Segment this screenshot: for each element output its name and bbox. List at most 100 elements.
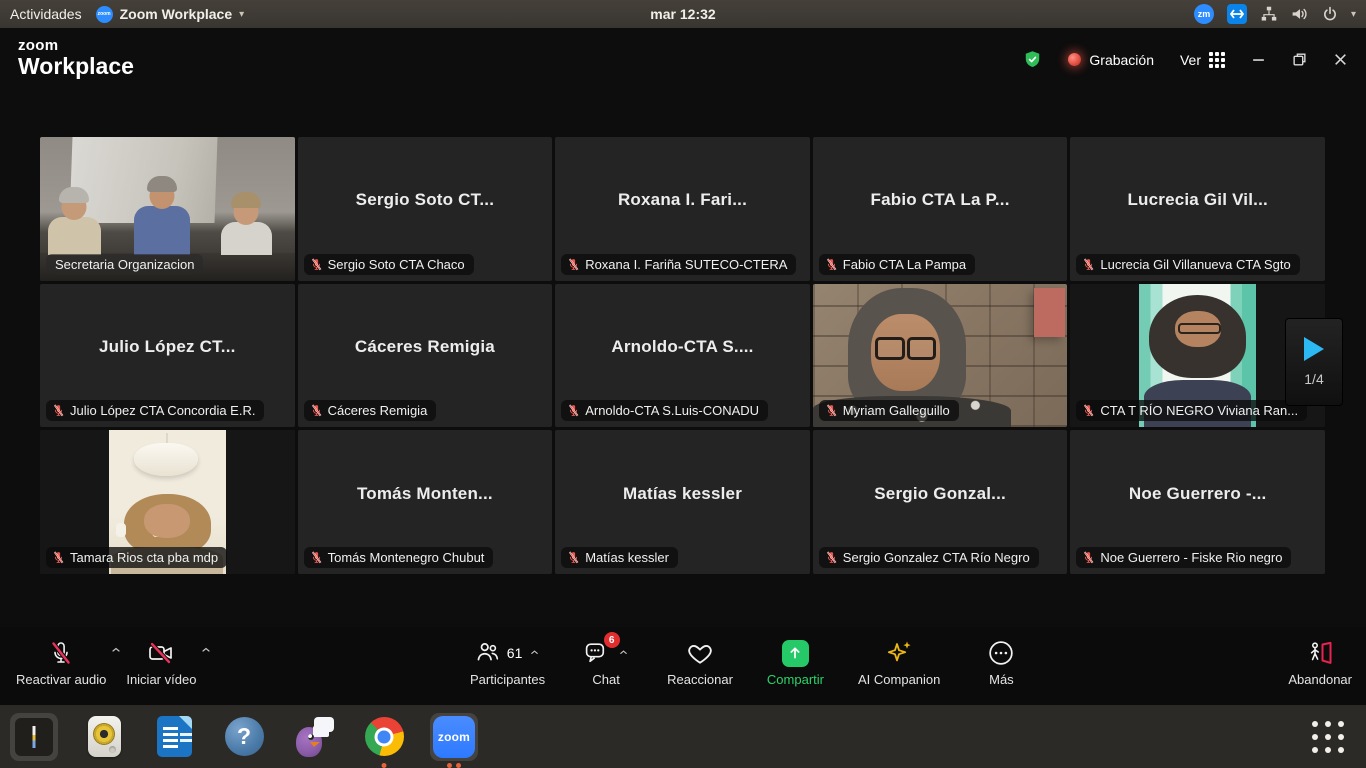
- mic-muted-icon: [1082, 258, 1095, 271]
- participant-name-label: Cáceres Remigia: [304, 400, 437, 421]
- audio-player-icon: [88, 716, 121, 757]
- zoom-workplace-logo: zoom Workplace: [18, 38, 134, 78]
- leave-button[interactable]: Abandonar: [1288, 639, 1352, 687]
- next-page-button[interactable]: 1/4: [1285, 318, 1343, 406]
- participant-tile[interactable]: Noe Guerrero -...Noe Guerrero - Fiske Ri…: [1070, 430, 1325, 574]
- teamviewer-tray-icon[interactable]: [1227, 4, 1247, 24]
- more-button[interactable]: Más: [974, 639, 1028, 687]
- power-icon[interactable]: [1322, 6, 1338, 22]
- start-video-button[interactable]: Iniciar vídeo: [126, 639, 196, 687]
- participants-button[interactable]: 61 Participantes: [470, 639, 545, 687]
- participant-display-name: Cáceres Remigia: [298, 337, 553, 357]
- zoom-tray-icon[interactable]: zm: [1194, 4, 1214, 24]
- share-button[interactable]: Compartir: [767, 639, 824, 687]
- chat-icon: 6: [584, 639, 609, 667]
- next-page-arrow-icon: [1304, 337, 1324, 361]
- dock-item-zoom[interactable]: zoom: [430, 713, 478, 761]
- chat-badge: 6: [604, 632, 620, 648]
- chat-chevron[interactable]: [618, 646, 629, 661]
- participant-tile[interactable]: Matías kesslerMatías kessler: [555, 430, 810, 574]
- mic-muted-icon: [52, 551, 65, 564]
- participants-icon: [475, 640, 501, 667]
- unmute-button[interactable]: Reactivar audio: [16, 639, 106, 687]
- help-icon: ?: [225, 717, 264, 756]
- mic-muted-icon: [825, 551, 838, 564]
- show-applications-button[interactable]: [1312, 721, 1344, 753]
- dock-item-pidgin[interactable]: [290, 713, 338, 761]
- participant-name-label: Fabio CTA La Pampa: [819, 254, 975, 275]
- react-button[interactable]: Reaccionar: [667, 639, 733, 687]
- participant-label-text: Arnoldo-CTA S.Luis-CONADU: [585, 403, 759, 418]
- dock-item-audio-player[interactable]: [80, 713, 128, 761]
- participants-label: Participantes: [470, 672, 545, 687]
- recording-indicator[interactable]: Grabación: [1068, 52, 1154, 68]
- restore-button[interactable]: [1292, 52, 1307, 67]
- view-label: Ver: [1180, 52, 1201, 68]
- participant-name-label: Tamara Rios cta pba mdp: [46, 547, 227, 568]
- participant-tile[interactable]: Julio López CT... Julio López CTA Concord…: [40, 284, 295, 428]
- participant-label-text: Lucrecia Gil Villanueva CTA Sgto: [1100, 257, 1290, 272]
- dock-item-window-preview[interactable]: [10, 713, 58, 761]
- video-options-chevron[interactable]: [200, 643, 212, 661]
- ai-companion-label: AI Companion: [858, 672, 940, 687]
- chrome-icon: [365, 717, 404, 756]
- video-decoration: [144, 504, 190, 538]
- volume-icon[interactable]: [1291, 6, 1309, 22]
- video-decoration: [1034, 288, 1065, 337]
- system-menu-caret-icon[interactable]: ▾: [1351, 9, 1356, 20]
- dock: ? zoom: [0, 705, 1366, 768]
- participant-tile[interactable]: Sergio Soto CT...Sergio Soto CTA Chaco: [298, 137, 553, 281]
- ai-sparkle-icon: [885, 639, 913, 667]
- chat-button[interactable]: 6 Chat: [579, 639, 633, 687]
- mic-muted-icon: [49, 639, 73, 667]
- participant-display-name: Julio López CT...: [40, 337, 295, 357]
- participant-tile[interactable]: Lucrecia Gil Vil...Lucrecia Gil Villanue…: [1070, 137, 1325, 281]
- dock-item-help[interactable]: ?: [220, 713, 268, 761]
- participant-tile[interactable]: Tamara Rios cta pba mdp: [40, 430, 295, 574]
- close-button[interactable]: [1333, 52, 1348, 67]
- participant-tile[interactable]: Roxana I. Fari... Roxana I. Fariña SUTECO…: [555, 137, 810, 281]
- participant-tile[interactable]: Fabio CTA La P...Fabio CTA La Pampa: [813, 137, 1068, 281]
- view-button[interactable]: Ver: [1180, 52, 1225, 68]
- participant-label-text: Julio López CTA Concordia E.R.: [70, 403, 255, 418]
- camera-off-icon: [147, 639, 175, 667]
- participant-tile[interactable]: Cáceres Remigia Cáceres Remigia: [298, 284, 553, 428]
- participants-chevron[interactable]: [529, 646, 540, 661]
- ai-companion-button[interactable]: AI Companion: [858, 639, 940, 687]
- participant-tile[interactable]: Sergio Gonzal...Sergio Gonzalez CTA Río …: [813, 430, 1068, 574]
- participant-display-name: Roxana I. Fari...: [555, 190, 810, 210]
- dock-item-chrome[interactable]: [360, 713, 408, 761]
- mic-muted-icon: [567, 404, 580, 417]
- participant-label-text: CTA T RÍO NEGRO Viviana Ran...: [1100, 403, 1298, 418]
- participant-label-text: Fabio CTA La Pampa: [843, 257, 966, 272]
- chat-label: Chat: [592, 672, 619, 687]
- running-indicator: [447, 763, 461, 768]
- activities-button[interactable]: Actividades: [10, 6, 82, 22]
- mic-muted-icon: [310, 404, 323, 417]
- video-decoration: [134, 206, 190, 255]
- participant-tile[interactable]: Myriam Galleguillo: [813, 284, 1068, 428]
- recording-label: Grabación: [1089, 52, 1154, 68]
- network-icon[interactable]: [1260, 6, 1278, 22]
- participant-name-label: Secretaria Organizacion: [46, 254, 203, 275]
- app-menu-button[interactable]: zoom Zoom Workplace ▾: [96, 6, 245, 23]
- participant-tile[interactable]: Secretaria Organizacion: [40, 137, 295, 281]
- participant-label-text: Sergio Gonzalez CTA Río Negro: [843, 550, 1030, 565]
- libreoffice-writer-icon: [157, 716, 192, 757]
- participant-tile[interactable]: Arnoldo-CTA S.... Arnoldo-CTA S.Luis-CONA…: [555, 284, 810, 428]
- more-label: Más: [989, 672, 1014, 687]
- participant-name-label: Arnoldo-CTA S.Luis-CONADU: [561, 400, 768, 421]
- dock-item-libreoffice-writer[interactable]: [150, 713, 198, 761]
- minimize-button[interactable]: [1251, 52, 1266, 67]
- participant-label-text: Cáceres Remigia: [328, 403, 428, 418]
- participant-display-name: Arnoldo-CTA S....: [555, 337, 810, 357]
- participant-name-label: Roxana I. Fariña SUTECO-CTERA: [561, 254, 796, 275]
- clock-button[interactable]: mar 12:32: [650, 6, 715, 22]
- participant-tile[interactable]: Tomás Monten...Tomás Montenegro Chubut: [298, 430, 553, 574]
- security-shield-icon[interactable]: [1023, 50, 1042, 69]
- participant-label-text: Sergio Soto CTA Chaco: [328, 257, 465, 272]
- mic-muted-icon: [825, 404, 838, 417]
- mic-muted-icon: [567, 551, 580, 564]
- audio-options-chevron[interactable]: [110, 643, 122, 661]
- participant-label-text: Noe Guerrero - Fiske Rio negro: [1100, 550, 1282, 565]
